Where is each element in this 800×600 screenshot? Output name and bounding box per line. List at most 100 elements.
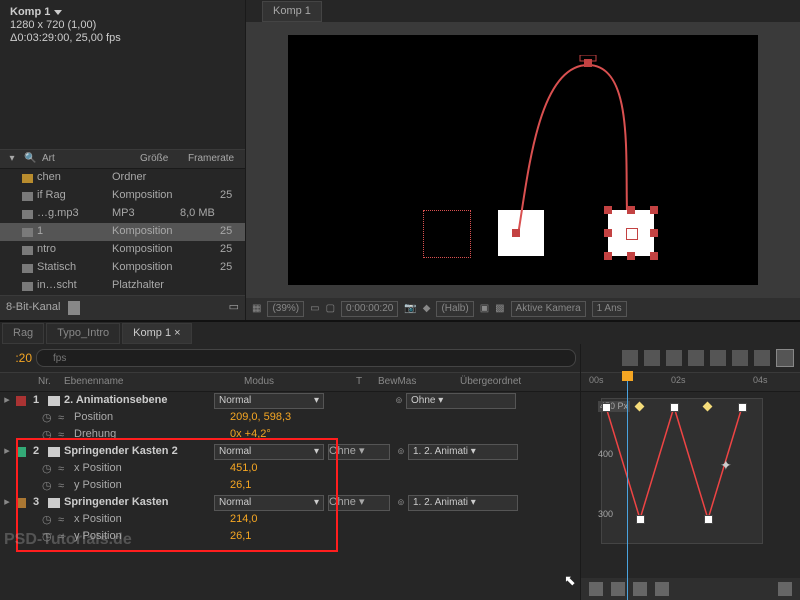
project-item[interactable]: 1Komposition25 [0, 223, 245, 241]
project-item[interactable]: chenOrdner [0, 169, 245, 187]
layer-list[interactable]: ▸12. AnimationsebeneNormal ▾๏Ohne ▾◷≈Pos… [0, 392, 580, 600]
snap-icon[interactable] [633, 582, 647, 596]
layer-row[interactable]: ▸12. AnimationsebeneNormal ▾๏Ohne ▾ [0, 392, 580, 409]
timeline-toolbar [581, 344, 800, 372]
watermark: PSD-Tutorials.de [4, 530, 132, 549]
tl-tab-typo[interactable]: Typo_Intro [46, 323, 120, 344]
views-dropdown[interactable]: 1 Ans [592, 301, 627, 317]
frame-blend-icon[interactable] [688, 350, 704, 366]
property-row[interactable]: ◷≈x Position451,0 [0, 460, 580, 477]
layer-search-input[interactable] [36, 349, 576, 367]
bit-depth-label[interactable]: 8-Bit-Kanal [6, 301, 60, 314]
current-timecode[interactable]: :20 [4, 351, 32, 365]
parent-pickwhip-icon[interactable]: ๏ [394, 445, 408, 458]
project-list[interactable]: chenOrdnerif RagKomposition25…g.mp3MP38,… [0, 169, 245, 295]
mask-icon[interactable]: ▢ [326, 303, 335, 315]
stopwatch-icon[interactable]: ◷ [42, 480, 54, 492]
twirl-icon[interactable]: ▸ [0, 496, 14, 509]
fit-icon[interactable] [655, 582, 669, 596]
property-value[interactable]: 26,1 [230, 530, 251, 543]
parent-dropdown[interactable]: 1. 2. Animati ▾ [408, 444, 518, 460]
tl-tab-komp1[interactable]: Komp 1 × [122, 323, 191, 344]
project-panel: Komp 1 1280 x 720 (1,00) Δ0:03:29:00, 25… [0, 0, 245, 320]
canvas-area[interactable] [246, 22, 800, 297]
zoom-icon[interactable] [778, 582, 792, 596]
toggle-switches-icon[interactable] [622, 350, 638, 366]
project-item[interactable]: ntroKomposition25 [0, 241, 245, 259]
project-item[interactable]: in…schtPlatzhalter [0, 277, 245, 295]
folder-icon[interactable]: ▭ [229, 301, 239, 314]
transparency-grid-icon[interactable]: ▩ [495, 303, 504, 315]
parent-pickwhip-icon[interactable]: ๏ [392, 394, 406, 407]
channels-icon[interactable]: ◆ [423, 303, 431, 315]
resolution-dropdown[interactable]: (Halb) [436, 301, 473, 317]
composition-canvas[interactable] [288, 35, 758, 285]
motion-blur-icon[interactable] [710, 350, 726, 366]
parent-pickwhip-icon[interactable]: ๏ [394, 496, 408, 509]
project-item[interactable]: StatischKomposition25 [0, 259, 245, 277]
layer-row[interactable]: ▸2Springender Kasten 2Normal ▾Ohne ▾๏1. … [0, 443, 580, 460]
snapshot-icon[interactable]: 📷 [404, 303, 416, 315]
timeline-panel: Rag Typo_Intro Komp 1 × :20 Nr. Ebenenna… [0, 320, 800, 600]
expression-icon[interactable]: ≈ [58, 514, 70, 526]
property-row[interactable]: ◷≈x Position214,0 [0, 511, 580, 528]
comp-dropdown-icon[interactable] [54, 10, 62, 15]
expression-icon[interactable]: ≈ [58, 412, 70, 424]
grid-icon[interactable]: ▦ [252, 303, 261, 315]
blend-mode-dropdown[interactable]: Normal ▾ [214, 393, 324, 409]
time-ruler[interactable]: 00s 02s 04s [581, 372, 800, 392]
stopwatch-icon[interactable]: ◷ [42, 463, 54, 475]
expression-icon[interactable]: ≈ [58, 480, 70, 492]
parent-dropdown[interactable]: 1. 2. Animati ▾ [408, 495, 518, 511]
track-matte-dropdown[interactable]: Ohne ▾ [328, 444, 390, 460]
current-time[interactable]: 0:00:00:20 [341, 301, 398, 317]
layer-row[interactable]: ▸3Springender KastenNormal ▾Ohne ▾๏1. 2.… [0, 494, 580, 511]
zoom-dropdown[interactable]: (39%) [267, 301, 304, 317]
col-framerate[interactable]: Framerate [184, 153, 238, 165]
property-value[interactable]: 451,0 [230, 462, 258, 475]
graph-editor[interactable]: 450 Px 400 300 ✦ [581, 392, 800, 578]
auto-keyframe-icon[interactable] [754, 350, 770, 366]
col-size[interactable]: Größe [136, 153, 184, 165]
twirl-icon[interactable]: ▸ [0, 445, 14, 458]
comp-name[interactable]: Komp 1 [10, 6, 50, 19]
comp-flowchart-icon[interactable] [644, 350, 660, 366]
project-item[interactable]: if RagKomposition25 [0, 187, 245, 205]
expression-icon[interactable]: ≈ [58, 463, 70, 475]
property-value[interactable]: 209,0, 598,3 [230, 411, 291, 424]
property-value[interactable]: 214,0 [230, 513, 258, 526]
parent-dropdown[interactable]: Ohne ▾ [406, 393, 516, 409]
twirl-icon[interactable]: ▸ [0, 394, 14, 407]
trash-icon[interactable] [68, 301, 80, 315]
property-value[interactable]: 0x +4,2° [230, 428, 271, 441]
layer-springender-kasten-2-selected[interactable] [608, 210, 654, 256]
blend-mode-dropdown[interactable]: Normal ▾ [214, 495, 324, 511]
value-graph [602, 399, 762, 543]
eye-icon[interactable] [589, 582, 603, 596]
draft3d-icon[interactable] [666, 350, 682, 366]
col-art[interactable]: Art [38, 153, 136, 165]
property-row[interactable]: ◷≈Drehung0x +4,2° [0, 426, 580, 443]
stopwatch-icon[interactable]: ◷ [42, 412, 54, 424]
roi-icon[interactable]: ▣ [480, 303, 489, 315]
viewer-tab[interactable]: Komp 1 [262, 1, 322, 22]
graph-editor-icon[interactable] [776, 349, 794, 367]
expression-icon[interactable]: ≈ [58, 429, 70, 441]
stopwatch-icon[interactable]: ◷ [42, 429, 54, 441]
property-value[interactable]: 26,1 [230, 479, 251, 492]
project-item[interactable]: …g.mp3MP38,0 MB [0, 205, 245, 223]
property-row[interactable]: ◷≈y Position26,1 [0, 477, 580, 494]
camera-dropdown[interactable]: Aktive Kamera [511, 301, 586, 317]
comp-duration: Δ0:03:29:00, 25,00 fps [10, 32, 121, 44]
property-row[interactable]: ◷≈Position209,0, 598,3 [0, 409, 580, 426]
blend-mode-dropdown[interactable]: Normal ▾ [214, 444, 324, 460]
stopwatch-icon[interactable]: ◷ [42, 514, 54, 526]
safe-zones-icon[interactable]: ▭ [310, 303, 319, 315]
composition-viewer: Komp 1 ▦ (39%) ▭ ▢ 0:00:00:20 📷 ◆ (Halb)… [245, 0, 800, 320]
track-matte-dropdown[interactable]: Ohne ▾ [328, 495, 390, 511]
project-columns-header: ▾ 🔍 Art Größe Framerate [0, 149, 245, 169]
tl-tab-rag[interactable]: Rag [2, 323, 44, 344]
graph-type-icon[interactable] [611, 582, 625, 596]
brainstorm-icon[interactable] [732, 350, 748, 366]
graph-editor-footer [581, 578, 800, 600]
